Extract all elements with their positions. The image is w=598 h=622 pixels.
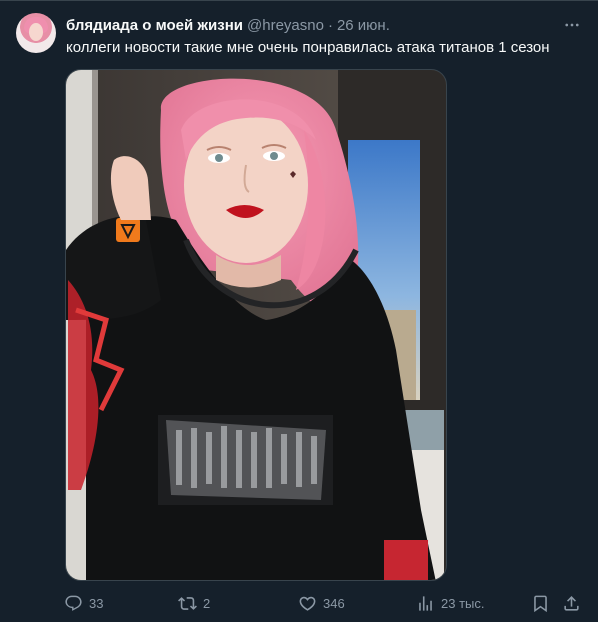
bookmark-button[interactable] [531,591,550,615]
display-name[interactable]: блядиада о моей жизни [66,17,243,34]
reply-count: 33 [89,595,104,611]
tweet-photo[interactable] [65,69,447,581]
action-bar: 33 2 346 23 тыс. [62,591,582,615]
reply-button[interactable]: 33 [64,591,103,615]
views-count: 23 тыс. [441,595,485,611]
retweet-icon [178,596,197,610]
share-icon [564,595,579,611]
share-button[interactable] [562,591,581,615]
retweet-count: 2 [203,595,211,611]
views-button[interactable]: 23 тыс. [416,591,484,615]
views-icon [419,595,432,611]
user-handle[interactable]: @hreyasno [247,17,324,34]
tweet-text: коллеги новости такие мне очень понравил… [66,39,550,56]
tweet: блядиада о моей жизни @hreyasno · 26 июн… [0,0,598,622]
retweet-button[interactable]: 2 [178,591,210,615]
reply-icon [65,595,82,611]
like-count: 346 [323,595,345,611]
tweet-header: блядиада о моей жизни @hreyasno · 26 июн… [66,15,582,35]
like-icon [299,596,316,611]
bookmark-icon [534,595,547,612]
avatar[interactable] [16,13,56,53]
tweet-date[interactable]: 26 июн. [337,17,390,34]
like-button[interactable]: 346 [298,591,345,615]
separator: · [327,16,333,34]
more-icon[interactable] [562,15,582,35]
